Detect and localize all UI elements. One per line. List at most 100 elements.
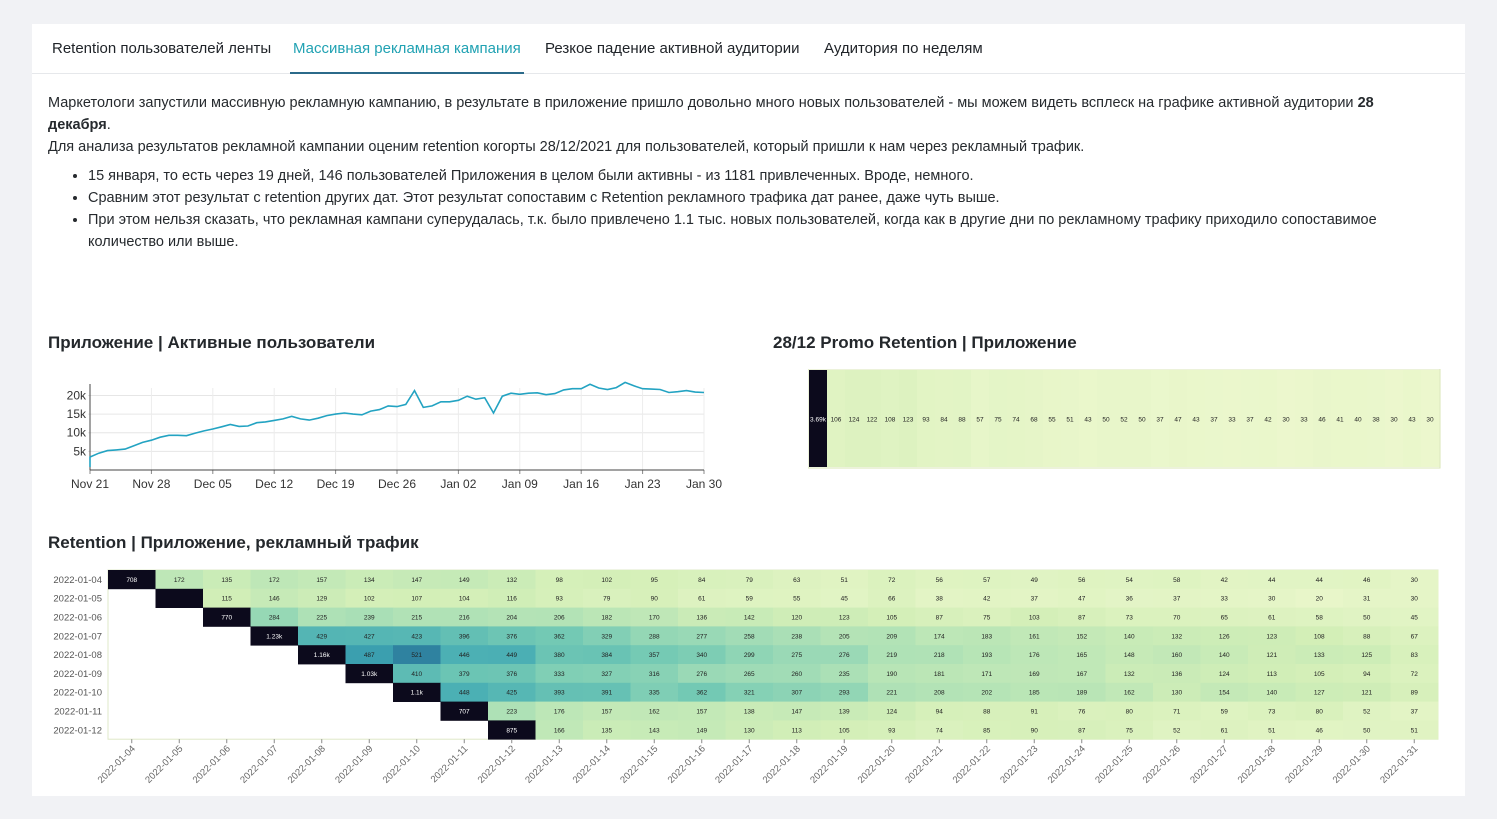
heatmap-cell-label: 46 [1316, 727, 1324, 734]
row-label: 2022-01-07 [53, 631, 102, 642]
heatmap-cell-label: 165 [1076, 652, 1087, 659]
heatmap-cell-label: 429 [316, 633, 327, 640]
heatmap-cell-label: 276 [696, 671, 707, 678]
heatmap-cell-label: 396 [459, 633, 470, 640]
heatmap-cell-label: 171 [981, 671, 992, 678]
heatmap-cell-label: 105 [1314, 671, 1325, 678]
heatmap-cell-label: 89 [1411, 690, 1419, 697]
column-label: 2022-01-18 [761, 744, 803, 786]
heatmap-cell-label: 71 [1173, 709, 1181, 716]
heatmap-cell-label: 50 [1138, 417, 1146, 424]
heatmap-cell-label: 132 [1171, 633, 1182, 640]
heatmap-cell-label: 181 [934, 671, 945, 678]
heatmap-cell-label: 1.1k [411, 690, 424, 697]
heatmap-cell-label: 121 [1361, 690, 1372, 697]
x-tick-label: Nov 28 [132, 477, 170, 491]
heatmap-cell-label: 157 [316, 577, 327, 584]
heatmap-cell-label: 391 [601, 690, 612, 697]
tab-ad-campaign[interactable]: Массивная рекламная кампания [290, 40, 524, 74]
heatmap-cell-label: 135 [601, 727, 612, 734]
heatmap-cell-label: 288 [649, 633, 660, 640]
heatmap-cell-label: 487 [364, 652, 375, 659]
active-users-line-chart[interactable]: 5k 10k 15k 20k Nov 21 Nov 28 Dec 05 Dec 12 Dec 1… [48, 376, 748, 500]
heatmap-cell-label: 37 [1246, 417, 1254, 424]
heatmap-cell-label: 93 [922, 417, 930, 424]
tab-audience-drop[interactable]: Резкое падение активной аудитории [545, 40, 799, 74]
heatmap-cell-label: 293 [839, 690, 850, 697]
heatmap-cell-label: 167 [1076, 671, 1087, 678]
heatmap-cell-label: 98 [556, 577, 564, 584]
heatmap-cell-label: 208 [934, 690, 945, 697]
line-chart-grid [88, 388, 705, 470]
heatmap-cell-label: 56 [1078, 577, 1086, 584]
tab-weekly-audience[interactable]: Аудитория по неделям [824, 40, 983, 74]
heatmap-cell-label: 73 [1126, 615, 1134, 622]
heatmap-cell-label: 126 [1219, 633, 1230, 640]
x-tick-label: Dec 12 [255, 477, 293, 491]
heatmap-cell-label: 52 [1363, 709, 1371, 716]
heatmap-cell-label: 87 [1078, 615, 1086, 622]
heatmap-cell-label: 75 [1126, 727, 1134, 734]
heatmap-cell-label: 152 [1076, 633, 1087, 640]
heatmap-cell-label: 147 [791, 709, 802, 716]
heatmap-cell-label: 104 [459, 596, 470, 603]
heatmap-cell-label: 140 [1124, 633, 1135, 640]
heatmap-cell-label: 42 [983, 596, 991, 603]
heatmap-cell-label: 265 [744, 671, 755, 678]
heatmap-cell-label: 147 [411, 577, 422, 584]
heatmap-cell-label: 362 [696, 690, 707, 697]
heatmap-cell-label: 446 [459, 652, 470, 659]
heatmap-cell-label: 52 [1173, 727, 1181, 734]
promo-retention-heatmap[interactable]: 3.69k 106 124 122 108 123 93 84 88 57 75 74 68 55 51 43… [808, 369, 1442, 469]
description-period: . [106, 117, 111, 133]
column-label: 2022-01-16 [666, 744, 708, 786]
heatmap-cell-label: 79 [603, 596, 611, 603]
heatmap-cell-label: 136 [696, 615, 707, 622]
row-label: 2022-01-08 [53, 650, 102, 661]
heatmap-cell-label: 33 [1228, 417, 1236, 424]
heatmap-cell-label: 1.23k [266, 633, 283, 640]
heatmap-cell-label: 51 [1411, 727, 1419, 734]
heatmap-cell-label: 30 [1411, 596, 1419, 603]
tab-feed-retention[interactable]: Retention пользователей ленты [52, 40, 271, 74]
heatmap-cell-label: 202 [981, 690, 992, 697]
heatmap-cell-label: 38 [1372, 417, 1380, 424]
heatmap-cell-label: 42 [1264, 417, 1272, 424]
heatmap-cell-label: 30 [1426, 417, 1434, 424]
heatmap-cell-label: 1.03k [361, 671, 378, 678]
x-tick-label: Jan 30 [686, 477, 722, 491]
heatmap-cell-label: 157 [601, 709, 612, 716]
heatmap-cell-label: 43 [1192, 417, 1200, 424]
column-label: 2022-01-25 [1093, 744, 1135, 786]
heatmap-cell-label: 123 [903, 417, 914, 424]
ad-retention-heatmap[interactable]: 2022-01-04 708 172 135 172 157 134 147 149 132 98 1… [40, 566, 1450, 792]
heatmap-cell-label: 122 [867, 417, 878, 424]
heatmap-cell-label: 30 [1282, 417, 1290, 424]
heatmap-cell-label: 46 [1363, 577, 1371, 584]
heatmap-cell-label: 384 [601, 652, 612, 659]
heatmap-cell-label: 410 [411, 671, 422, 678]
heatmap-cell-label: 316 [649, 671, 660, 678]
heatmap-cell-label: 130 [744, 727, 755, 734]
heatmap-cell-label: 61 [698, 596, 706, 603]
column-label: 2022-01-13 [523, 744, 565, 786]
heatmap-cell-label: 49 [1031, 577, 1039, 584]
heatmap-cell-label: 284 [269, 615, 280, 622]
heatmap-cell-label: 67 [1411, 633, 1419, 640]
heatmap-cell-label: 70 [1173, 615, 1181, 622]
heatmap-cell-label: 327 [601, 671, 612, 678]
heatmap-cell-label: 193 [981, 652, 992, 659]
heatmap-cell-label: 65 [1221, 615, 1229, 622]
heatmap-cell-label: 38 [936, 596, 944, 603]
heatmap-cell-label: 88 [958, 417, 966, 424]
heatmap-cell-label: 95 [651, 577, 659, 584]
x-tick-label: Jan 16 [563, 477, 599, 491]
row-label: 2022-01-11 [54, 707, 102, 718]
heatmap-cell-label: 521 [411, 652, 422, 659]
heatmap-cell-label: 46 [1318, 417, 1326, 424]
heatmap-cell-label: 132 [1124, 671, 1135, 678]
heatmap-cell-label: 37 [1173, 596, 1181, 603]
heatmap-cell-label: 170 [649, 615, 660, 622]
heatmap-cell-label: 133 [1314, 652, 1325, 659]
heatmap-cell-label: 206 [554, 615, 565, 622]
